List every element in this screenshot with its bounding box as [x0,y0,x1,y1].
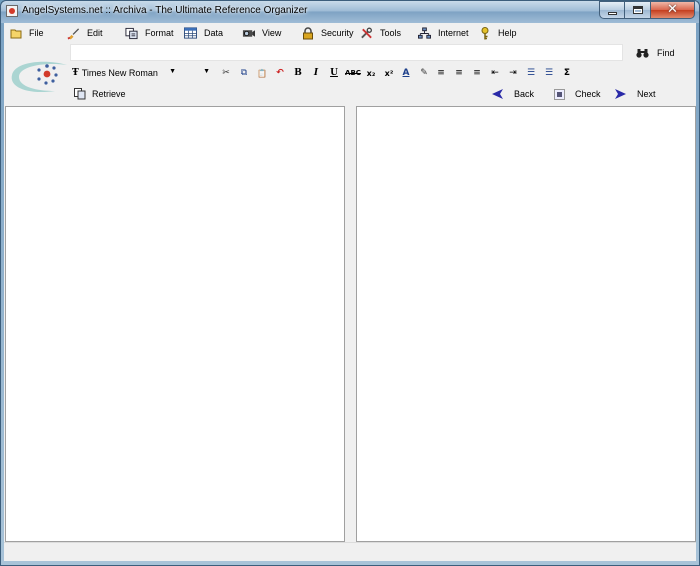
menu-security[interactable]: Security [301,25,354,41]
font-color-icon[interactable]: A [399,65,413,81]
format-toolbar: Ŧ Times New Roman ▼ ▼ ✂ ⧉ 📋 ↶ B I U ABC … [72,65,592,81]
app-icon[interactable] [6,5,18,17]
format-icon [125,27,138,40]
italic-button[interactable]: I [309,65,323,81]
strikethrough-button[interactable]: ABC [344,65,362,81]
indent-icon[interactable]: ⇥ [506,65,520,81]
undo-icon[interactable]: ↶ [273,65,287,81]
menu-internet[interactable]: Internet [418,25,469,41]
underline-button[interactable]: U [327,65,341,81]
maximize-icon [633,6,643,14]
back-label: Back [514,89,535,99]
menu-bar: File Edit Format Data View Security Tool… [4,23,696,43]
next-button[interactable]: Next [614,86,656,102]
chevron-down-icon: ▼ [203,68,210,75]
bullet-list-icon[interactable]: ☰ [524,65,538,81]
chevron-down-icon: ▼ [169,68,176,75]
subscript-button[interactable]: x₂ [364,65,378,81]
retrieve-button[interactable]: Retrieve [74,86,126,102]
menu-help[interactable]: Help [478,25,517,41]
menu-security-label: Security [321,28,354,38]
folder-icon [9,27,22,40]
align-left-icon[interactable]: ≡ [434,65,448,81]
minimize-icon [608,12,617,15]
editor-pane[interactable] [356,106,696,542]
check-button[interactable]: Check [554,86,601,102]
menu-data[interactable]: Data [184,25,223,41]
menu-tools[interactable]: Tools [360,25,401,41]
menu-format[interactable]: Format [125,25,174,41]
key-icon [478,26,491,40]
menu-edit-label: Edit [87,28,103,38]
bold-button[interactable]: B [291,65,305,81]
menu-tools-label: Tools [380,28,402,38]
superscript-button[interactable]: x² [382,65,396,81]
find-button[interactable]: Find [636,45,675,61]
close-button[interactable]: ✕ [651,1,695,19]
font-name-select[interactable]: Ŧ Times New Roman ▼ [72,65,178,81]
menu-edit[interactable]: Edit [67,25,103,41]
brush-icon [67,27,80,40]
client-area: File Edit Format Data View Security Tool… [4,23,696,561]
menu-view-label: View [262,28,282,38]
highlight-icon[interactable]: ✎ [417,65,431,81]
check-icon [554,88,565,100]
menu-file[interactable]: File [9,25,44,41]
align-center-icon[interactable]: ≡ [452,65,466,81]
sum-icon[interactable]: Σ [560,65,574,81]
menu-internet-label: Internet [438,28,469,38]
tools-icon [360,27,373,40]
next-label: Next [637,89,656,99]
retrieve-icon [74,88,86,100]
title-bar[interactable]: AngelSystems.net :: Archiva - The Ultima… [1,1,699,23]
table-icon [184,27,197,40]
menu-view[interactable]: View [242,25,281,41]
status-bar [4,542,696,561]
outdent-icon[interactable]: ⇤ [488,65,502,81]
find-label: Find [657,48,675,58]
retrieve-label: Retrieve [92,89,126,99]
font-size-select[interactable]: ▼ [182,65,212,81]
menu-format-label: Format [145,28,174,38]
copy-icon[interactable]: ⧉ [237,65,251,81]
close-icon: ✕ [667,2,678,17]
back-button[interactable]: Back [491,86,534,102]
align-right-icon[interactable]: ≡ [470,65,484,81]
tree-pane[interactable] [5,106,345,542]
address-input[interactable] [70,44,623,61]
paste-icon[interactable]: 📋 [255,65,269,81]
numbered-list-icon[interactable]: ☰ [542,65,556,81]
binoculars-icon [636,48,649,59]
minimize-button[interactable] [599,1,625,19]
menu-file-label: File [29,28,44,38]
font-name-value: Times New Roman [81,68,158,78]
caption-buttons: ✕ [599,1,695,19]
app-window: AngelSystems.net :: Archiva - The Ultima… [0,0,700,566]
menu-help-label: Help [498,28,517,38]
maximize-button[interactable] [625,1,651,19]
arrow-left-icon [491,88,504,100]
pane-splitter[interactable] [345,106,356,542]
arrow-right-icon [614,88,627,100]
app-logo [7,57,69,97]
camera-icon [242,27,255,40]
truetype-icon: Ŧ [72,68,79,78]
check-label: Check [575,89,601,99]
network-icon [418,26,431,40]
menu-data-label: Data [204,28,224,38]
cut-icon[interactable]: ✂ [219,65,233,81]
lock-icon [301,26,314,40]
window-title: AngelSystems.net :: Archiva - The Ultima… [22,5,308,16]
